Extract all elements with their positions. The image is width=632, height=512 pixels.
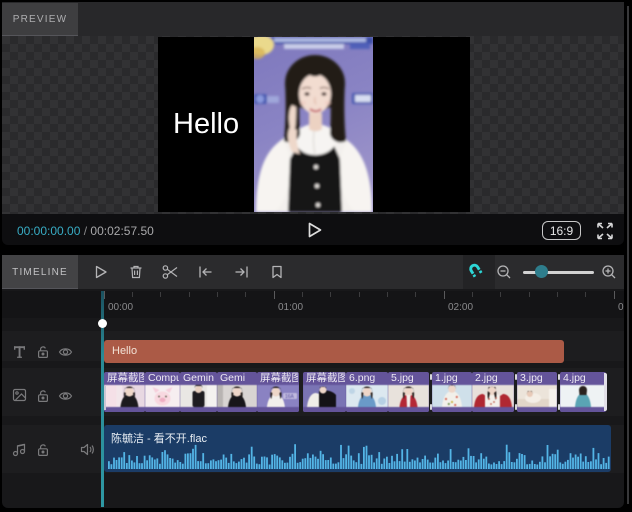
- svg-text:0: 0: [618, 302, 624, 313]
- svg-text:16A: 16A: [285, 394, 295, 400]
- svg-text:00:00: 00:00: [108, 302, 133, 313]
- svg-text:01:00: 01:00: [278, 302, 303, 313]
- svg-text:02:00: 02:00: [448, 302, 473, 313]
